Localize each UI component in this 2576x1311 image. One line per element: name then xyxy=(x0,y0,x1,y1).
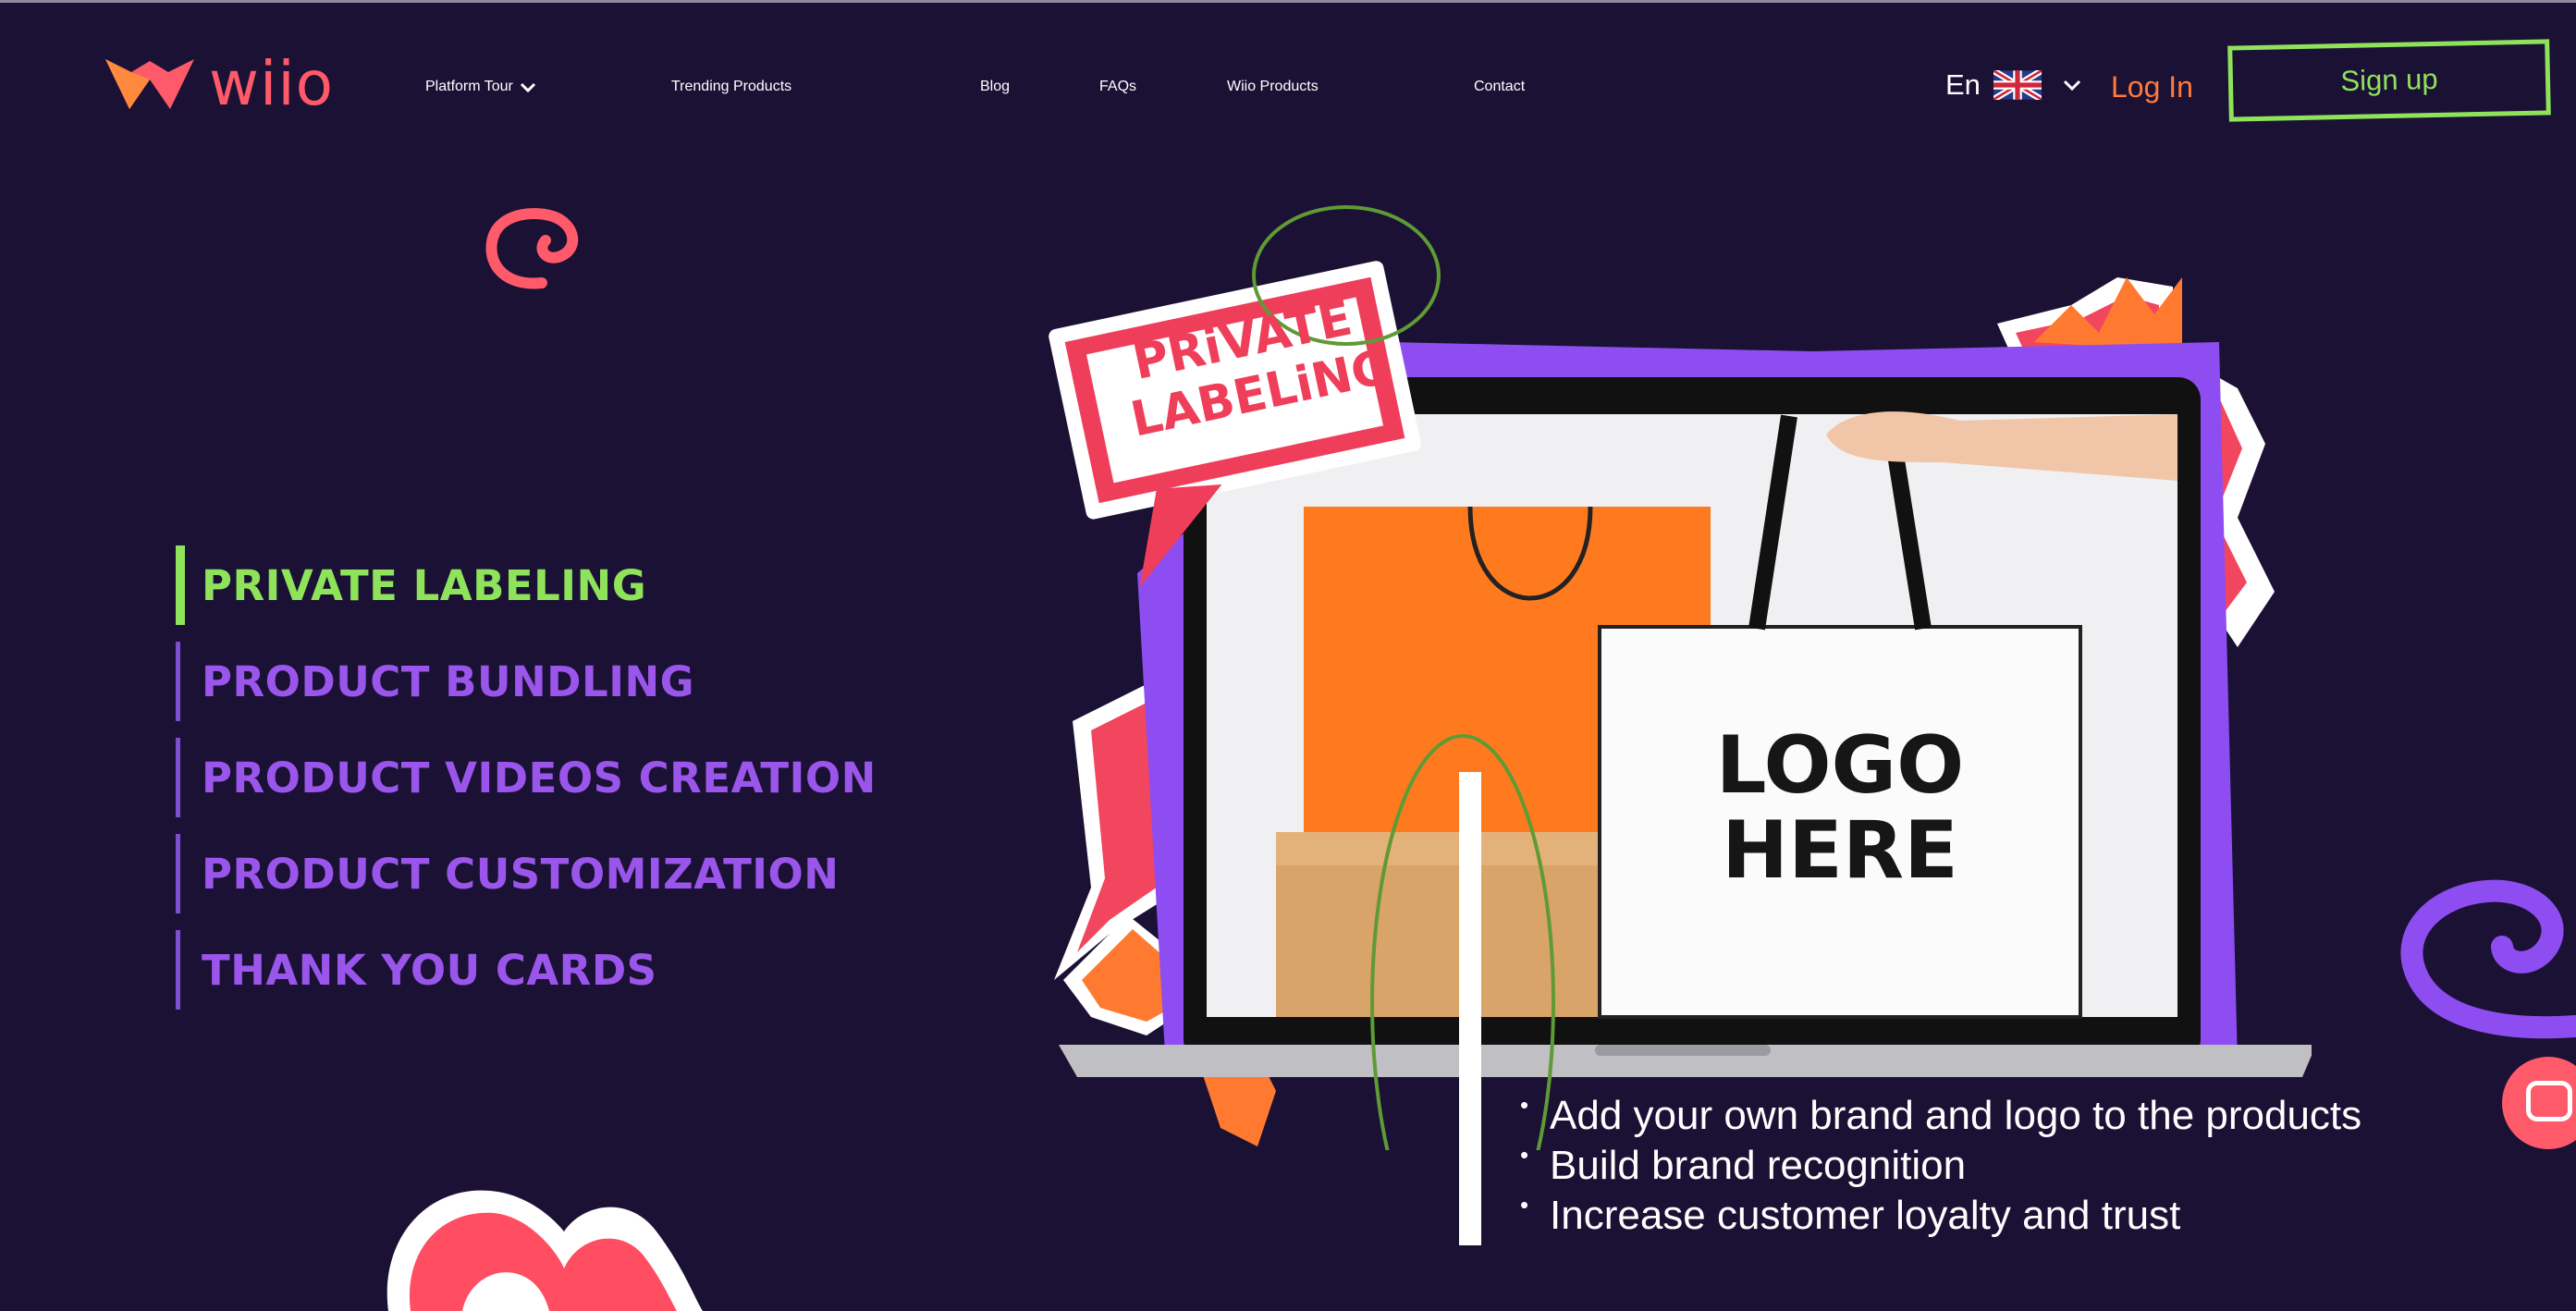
chat-icon xyxy=(2526,1081,2572,1121)
brand-name: wiio xyxy=(209,48,335,119)
wiio-logo-icon xyxy=(105,59,194,109)
feature-label: PRIVATE LABELING xyxy=(202,560,647,610)
feature-label: PRODUCT VIDEOS CREATION xyxy=(202,753,877,803)
top-border xyxy=(0,0,2576,3)
feature-product-customization[interactable]: PRODUCT CUSTOMIZATION xyxy=(176,834,877,913)
login-link[interactable]: Log In xyxy=(2111,67,2193,107)
bag-logo-line-2: HERE xyxy=(1722,804,1958,897)
feature-label: PRODUCT CUSTOMIZATION xyxy=(202,849,840,899)
benefit-item: • Add your own brand and logo to the prod… xyxy=(1516,1091,2361,1141)
benefit-text: Increase customer loyalty and trust xyxy=(1550,1193,2181,1238)
feature-list: PRIVATE LABELING PRODUCT BUNDLING PRODUC… xyxy=(176,545,877,1026)
nav-faqs[interactable]: FAQs xyxy=(1099,67,1136,107)
signup-label: Sign up xyxy=(2340,62,2438,98)
benefit-text: Add your own brand and logo to the produ… xyxy=(1550,1093,2362,1138)
bag-logo-placeholder: LOGO HERE xyxy=(1664,723,2016,893)
bullet-dot: • xyxy=(1520,1141,1529,1169)
feature-divider xyxy=(176,738,180,817)
feature-divider xyxy=(176,834,180,913)
nav-contact[interactable]: Contact xyxy=(1474,67,1525,107)
chat-button[interactable] xyxy=(2502,1057,2576,1149)
brand-logo[interactable]: wiio xyxy=(104,52,334,116)
nav-trending-products[interactable]: Trending Products xyxy=(671,67,791,107)
benefit-item: • Build brand recognition xyxy=(1516,1141,2361,1191)
language-selector[interactable]: En xyxy=(1945,68,2082,102)
benefit-list: • Add your own brand and logo to the prod… xyxy=(1516,1091,2361,1241)
nav-platform-tour-label: Platform Tour xyxy=(425,79,513,94)
signup-button[interactable]: Sign up xyxy=(2227,39,2551,122)
nav-blog[interactable]: Blog xyxy=(980,67,1010,107)
feature-private-labeling[interactable]: PRIVATE LABELING xyxy=(176,545,877,625)
chevron-down-icon xyxy=(2063,80,2080,92)
active-indicator xyxy=(176,545,185,625)
feature-divider xyxy=(176,642,180,721)
language-label: En xyxy=(1945,68,1981,101)
heart-decoration xyxy=(386,1190,703,1311)
feature-label: THANK YOU CARDS xyxy=(202,945,657,995)
nav-platform-tour[interactable]: Platform Tour xyxy=(425,67,537,107)
feature-label: PRODUCT BUNDLING xyxy=(202,656,695,706)
benefit-text: Build brand recognition xyxy=(1550,1143,1967,1188)
feature-product-videos-creation[interactable]: PRODUCT VIDEOS CREATION xyxy=(176,738,877,817)
feature-thank-you-cards[interactable]: THANK YOU CARDS xyxy=(176,930,877,1010)
bullet-dot: • xyxy=(1520,1191,1529,1219)
squiggle-decoration xyxy=(2400,879,2576,1039)
feature-divider xyxy=(176,930,180,1010)
benefit-item: • Increase customer loyalty and trust xyxy=(1516,1191,2361,1241)
squiggle-decoration xyxy=(485,208,579,289)
bag-logo-line-1: LOGO xyxy=(1715,719,1965,812)
vertical-divider xyxy=(1459,772,1481,1245)
nav-wiio-products[interactable]: Wiio Products xyxy=(1227,67,1319,107)
chevron-down-icon xyxy=(521,82,536,92)
feature-product-bundling[interactable]: PRODUCT BUNDLING xyxy=(176,642,877,721)
bullet-dot: • xyxy=(1520,1091,1529,1119)
uk-flag-icon xyxy=(1993,70,2042,100)
